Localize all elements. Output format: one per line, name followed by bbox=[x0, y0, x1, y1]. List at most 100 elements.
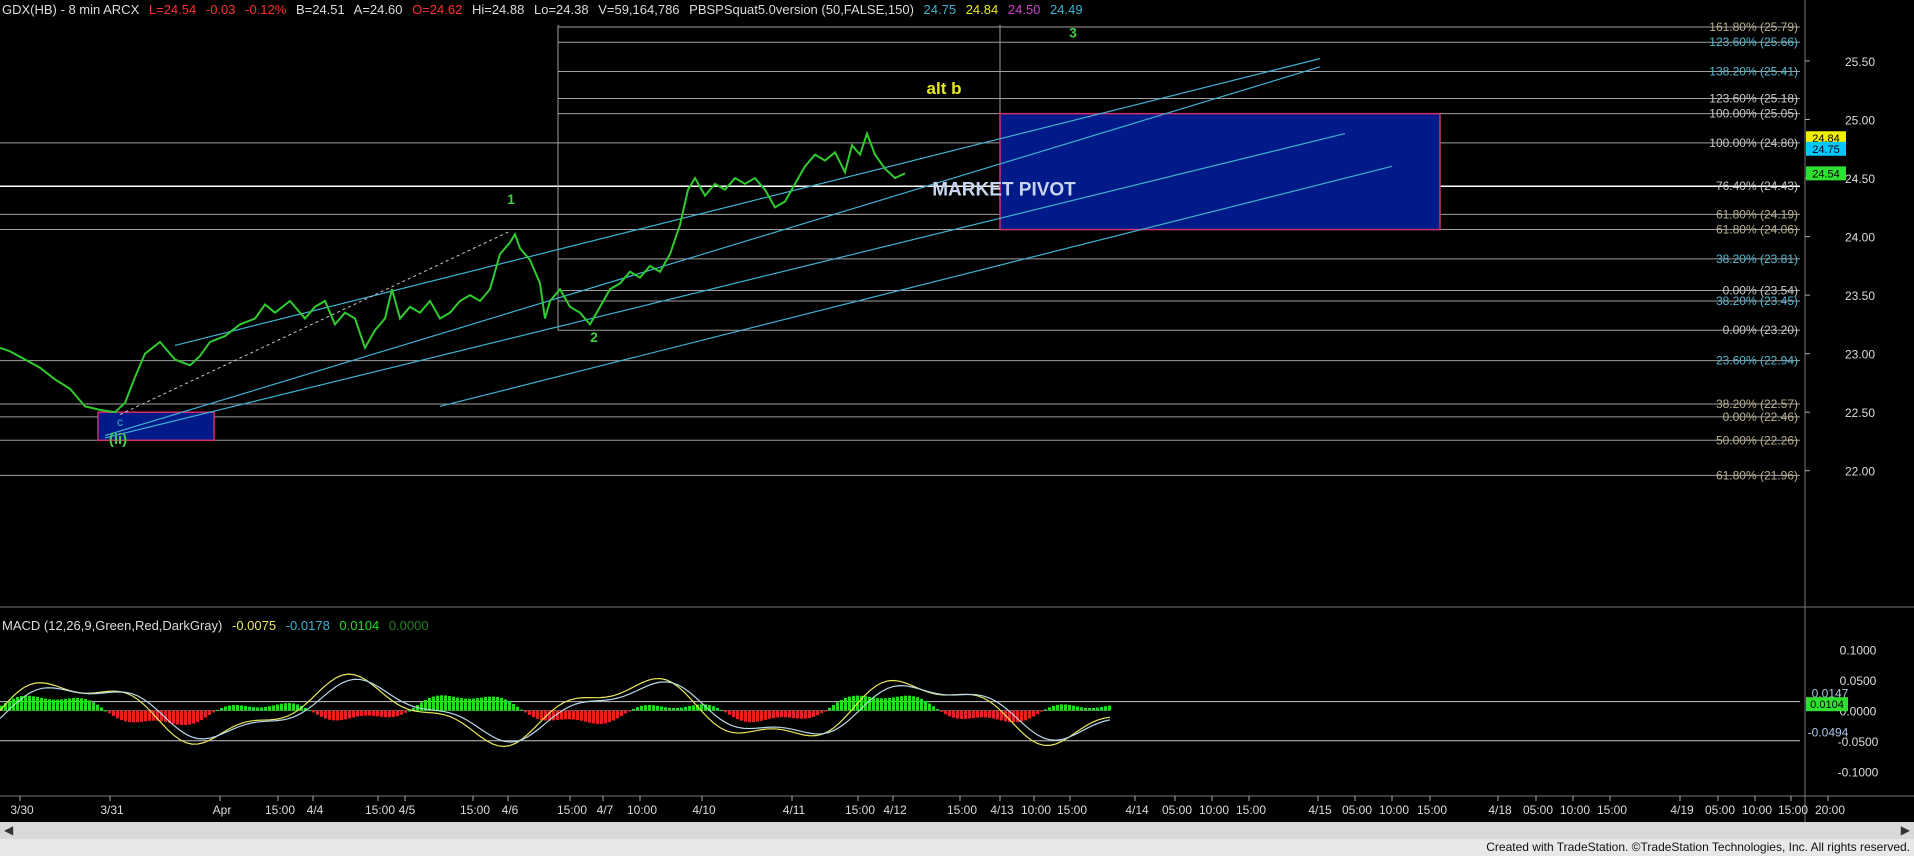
macd-histogram-bar bbox=[588, 710, 591, 723]
macd-histogram-bar bbox=[888, 697, 891, 711]
macd-histogram-bar bbox=[144, 710, 147, 722]
macd-histogram-bar bbox=[180, 710, 183, 726]
macd-histogram-bar bbox=[628, 710, 631, 712]
macd-histogram-bar bbox=[720, 710, 723, 712]
macd-histogram-bar bbox=[532, 710, 535, 718]
footer-bar: Created with TradeStation. ©TradeStation… bbox=[0, 839, 1914, 856]
macd-histogram-bar bbox=[1104, 706, 1107, 711]
wave-dashed-line bbox=[119, 230, 512, 415]
macd-histogram-bar bbox=[112, 710, 115, 716]
macd-histogram-bar bbox=[360, 710, 363, 716]
macd-histogram-bar bbox=[692, 705, 695, 711]
macd-histogram-bar bbox=[944, 710, 947, 715]
macd-histogram-bar bbox=[408, 710, 411, 712]
macd-histogram-bar bbox=[248, 706, 251, 711]
scroll-right-icon[interactable]: ▶ bbox=[1901, 823, 1910, 837]
macd-axis-label: 0.1000 bbox=[1840, 643, 1877, 657]
macd-histogram-bar bbox=[208, 710, 211, 715]
macd-histogram-bar bbox=[1036, 710, 1039, 715]
macd-histogram-bar bbox=[988, 710, 991, 718]
macd-histogram-bar bbox=[140, 710, 143, 722]
time-axis-label: 15:00 bbox=[557, 803, 587, 817]
macd-histogram-bar bbox=[92, 702, 95, 711]
macd-histogram-bar bbox=[196, 710, 199, 723]
macd-histogram-bar bbox=[236, 705, 239, 711]
macd-histogram-bar bbox=[752, 710, 755, 723]
macd-histogram-bar bbox=[1060, 704, 1063, 711]
time-axis-label: 10:00 bbox=[1379, 803, 1409, 817]
macd-histogram-bar bbox=[812, 710, 815, 717]
time-axis-label: 10:00 bbox=[627, 803, 657, 817]
macd-histogram-bar bbox=[260, 707, 263, 711]
macd-histogram-bar bbox=[384, 710, 387, 718]
macd-histogram-bar bbox=[808, 710, 811, 719]
macd-histogram-bar bbox=[816, 710, 819, 716]
macd-histogram-bar bbox=[172, 710, 175, 724]
macd-histogram-bar bbox=[524, 710, 527, 713]
macd-histogram-bar bbox=[68, 698, 71, 711]
scroll-left-icon[interactable]: ◀ bbox=[4, 823, 13, 837]
macd-histogram-bar bbox=[88, 700, 91, 711]
macd-histogram-bar bbox=[536, 710, 539, 719]
time-axis-label: 4/14 bbox=[1125, 803, 1149, 817]
macd-histogram-bar bbox=[796, 710, 799, 719]
change: -0.03 bbox=[205, 2, 236, 17]
time-axis-label: 15:00 bbox=[1057, 803, 1087, 817]
fib-label: 123.60% (25.66) bbox=[1709, 35, 1798, 49]
macd-histogram-bar bbox=[620, 710, 623, 717]
time-axis-label: 05:00 bbox=[1162, 803, 1192, 817]
pct-change: -0.12% bbox=[245, 2, 287, 17]
macd-histogram-bar bbox=[376, 710, 379, 717]
macd-histogram-bar bbox=[736, 710, 739, 720]
macd-histogram-bar bbox=[420, 702, 423, 711]
macd-histogram-bar bbox=[116, 710, 119, 719]
macd-histogram-bar bbox=[1056, 704, 1059, 711]
horizontal-scrollbar[interactable]: ◀ ▶ bbox=[0, 822, 1914, 839]
time-axis-label: 05:00 bbox=[1705, 803, 1735, 817]
macd-histogram-bar bbox=[968, 710, 971, 719]
macd-histogram-bar bbox=[840, 699, 843, 711]
fib-label: 100.00% (24.80) bbox=[1709, 136, 1798, 150]
macd-histogram-bar bbox=[120, 710, 123, 721]
low: Lo=24.38 bbox=[533, 2, 589, 17]
macd-histogram-bar bbox=[284, 703, 287, 711]
macd-histogram-bar bbox=[684, 706, 687, 711]
macd-histogram-bar bbox=[148, 710, 151, 721]
annotation-label: 2 bbox=[590, 329, 598, 345]
macd-histogram-bar bbox=[468, 698, 471, 711]
chart-canvas: 161.80% (25.79)123.60% (25.66)138.20% (2… bbox=[0, 0, 1914, 822]
macd-histogram-bar bbox=[508, 701, 511, 711]
time-axis-label: 15:00 bbox=[460, 803, 490, 817]
macd-histogram-bar bbox=[980, 710, 983, 718]
macd-histogram-bar bbox=[1108, 705, 1111, 711]
macd-histogram-bar bbox=[108, 710, 111, 714]
macd-histogram-bar bbox=[484, 697, 487, 711]
time-axis-label: 4/13 bbox=[990, 803, 1014, 817]
macd-histogram-bar bbox=[948, 710, 951, 717]
price-axis-label: 24.50 bbox=[1845, 172, 1875, 186]
time-axis-label: 10:00 bbox=[1742, 803, 1772, 817]
macd-histogram-bar bbox=[824, 710, 827, 712]
macd-histogram-bar bbox=[1048, 707, 1051, 711]
macd-histogram-bar bbox=[76, 697, 79, 711]
fib-label: 76.40% (24.43) bbox=[1716, 179, 1798, 193]
fib-label: 123.60% (25.18) bbox=[1709, 91, 1798, 105]
time-axis-label: 4/7 bbox=[597, 803, 614, 817]
price-series-line bbox=[0, 130, 906, 414]
macd-histogram-bar bbox=[440, 695, 443, 711]
time-axis-label: 15:00 bbox=[845, 803, 875, 817]
macd-histogram-bar bbox=[608, 710, 611, 723]
macd-histogram-bar bbox=[1040, 710, 1043, 712]
macd-histogram-bar bbox=[272, 705, 275, 711]
macd-histogram-bar bbox=[872, 697, 875, 711]
macd-histogram-bar bbox=[688, 706, 691, 711]
macd-histogram-bar bbox=[936, 709, 939, 711]
macd-histogram-bar bbox=[832, 705, 835, 711]
macd-histogram-bar bbox=[124, 710, 127, 722]
annotation-label: MARKET PIVOT bbox=[932, 180, 1076, 201]
macd-histogram-bar bbox=[636, 707, 639, 711]
time-axis-label: 4/11 bbox=[783, 803, 806, 817]
time-axis-label: 4/10 bbox=[692, 803, 716, 817]
macd-histogram-bar bbox=[328, 710, 331, 720]
macd-histogram-bar bbox=[364, 710, 367, 716]
